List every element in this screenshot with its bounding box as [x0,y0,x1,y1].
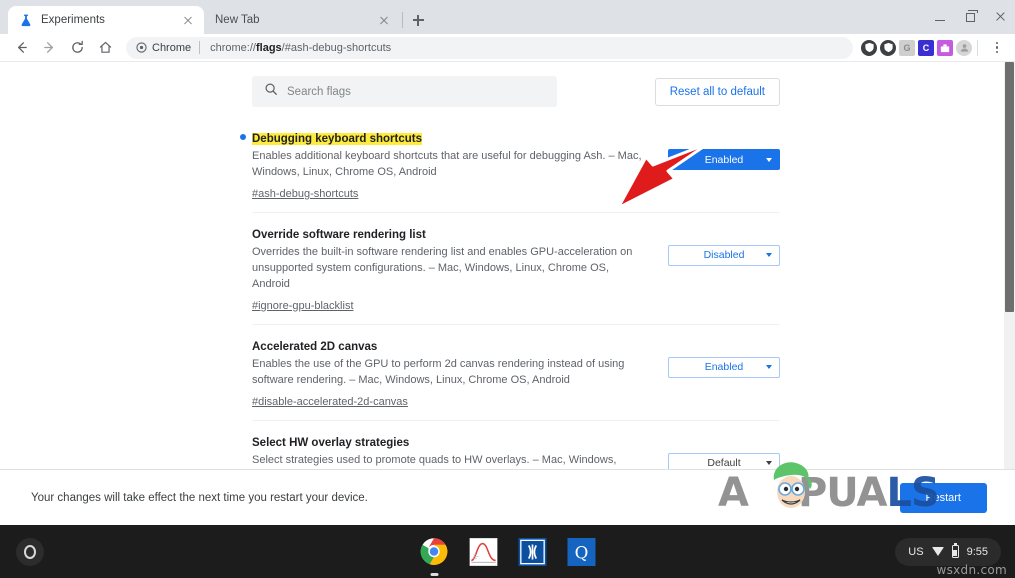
wave-app-icon[interactable] [517,537,547,567]
flag-row: Accelerated 2D canvas Enables the use of… [252,325,780,421]
minimize-button[interactable] [925,0,955,34]
clock-label: 9:55 [966,545,988,558]
extension-icons: G C [861,39,972,56]
page-scrollbar[interactable] [1004,62,1015,525]
new-tab-button[interactable] [405,7,431,33]
flag-id-link[interactable]: #disable-accelerated-2d-canvas [252,396,408,408]
forward-arrow-icon[interactable] [36,35,62,61]
flag-state-value: Enabled [704,361,744,374]
chevron-down-icon [766,157,772,162]
flag-state-dropdown[interactable]: Disabled [668,244,780,266]
flag-title: Override software rendering list [252,228,426,241]
url-bold-segment: flags [255,41,282,54]
omnibox-divider [199,41,201,54]
chevron-down-icon [766,253,772,258]
tab-title: Experiments [41,14,105,26]
browser-window: Experiments New Tab Chrome chrome://flag… [0,0,1015,525]
flag-description: Overrides the built-in software renderin… [252,245,633,290]
search-placeholder: Search flags [287,85,351,98]
address-bar[interactable]: Chrome chrome://flags/#ash-debug-shortcu… [126,36,853,59]
url-text: chrome://flags/#ash-debug-shortcuts [210,42,391,54]
flags-page: Search flags Reset all to default Debugg… [0,62,1015,525]
chrome-menu-icon[interactable] [987,37,1007,59]
chrome-app-icon[interactable] [419,537,449,576]
url-suffix: /#ash-debug-shortcuts [281,41,392,54]
back-arrow-icon[interactable] [8,35,34,61]
tab-strip: Experiments New Tab [0,0,1015,34]
wifi-icon [931,547,944,556]
launcher-icon[interactable] [16,537,44,566]
tab-title: New Tab [215,14,260,26]
flag-info: Debugging keyboard shortcuts Enables add… [240,129,648,202]
flag-state-value: Default [707,457,741,470]
flask-icon [19,13,33,27]
reload-icon[interactable] [64,35,90,61]
flags-list: Debugging keyboard shortcuts Enables add… [0,117,1015,525]
tab-separator [402,12,403,28]
flag-state-value: Disabled [703,249,745,262]
url-prefix: chrome:// [210,41,256,54]
status-tray[interactable]: US 9:55 [895,537,1001,566]
flag-title: Accelerated 2D canvas [252,340,378,353]
flag-state-value: Enabled [704,153,744,166]
close-window-button[interactable] [985,0,1015,34]
flag-row: Override software rendering list Overrid… [252,213,780,325]
flag-description: Enables additional keyboard shortcuts th… [252,150,642,178]
google-extension-icon[interactable]: G [899,39,915,56]
app-active-indicator [430,572,438,576]
scrollbar-thumb[interactable] [1005,62,1014,312]
flag-row: Debugging keyboard shortcuts Enables add… [240,117,780,213]
flag-description: Enables the use of the GPU to perform 2d… [252,357,625,386]
flag-title: Select HW overlay strategies [252,436,410,449]
tab-experiments[interactable]: Experiments [8,6,204,34]
window-controls [925,0,1015,34]
maximize-button[interactable] [955,0,985,34]
flag-info: Accelerated 2D canvas Enables the use of… [252,337,648,410]
site-info-chip[interactable]: Chrome [136,42,191,54]
toolbox-extension-icon[interactable] [937,39,953,56]
flag-title: Debugging keyboard shortcuts [252,133,422,145]
toolbar-separator [977,39,978,56]
search-input[interactable]: Search flags [252,76,557,107]
chrome-settings-icon [136,42,147,53]
site-watermark: wsxdn.com [936,563,1007,577]
chevron-down-icon [766,461,772,466]
shield-extension-icon[interactable] [861,39,877,56]
modified-indicator-dot [240,134,246,140]
reset-all-to-default-button[interactable]: Reset all to default [654,77,780,106]
flag-info: Override software rendering list Overrid… [252,225,648,314]
shield-extension-icon-2[interactable] [880,39,896,56]
c-extension-icon[interactable]: C [918,39,934,56]
flags-header: Search flags Reset all to default [0,62,1015,117]
restart-message: Your changes will take effect the next t… [31,491,368,504]
close-icon[interactable] [180,12,196,28]
tab-new-tab[interactable]: New Tab [204,6,400,34]
flag-id-link[interactable]: #ash-debug-shortcuts [252,188,358,200]
chromeos-shelf: Q US 9:55 wsxdn.com [0,525,1015,578]
shelf-app-list: Q [419,537,596,576]
profile-avatar-icon[interactable] [956,39,972,56]
flag-state-dropdown[interactable]: Enabled [668,149,780,170]
flag-id-link[interactable]: #ignore-gpu-blacklist [252,300,354,312]
restart-bar: Your changes will take effect the next t… [0,469,1015,525]
q-app-icon[interactable]: Q [566,537,596,567]
flag-state-dropdown[interactable]: Enabled [668,356,780,378]
close-icon[interactable] [376,12,392,28]
svg-text:Q: Q [574,542,588,562]
security-label: Chrome [152,41,192,54]
restart-button[interactable]: Restart [899,482,987,513]
browser-toolbar: Chrome chrome://flags/#ash-debug-shortcu… [0,34,1015,62]
chevron-down-icon [766,365,772,370]
search-icon [264,82,278,101]
screen: Experiments New Tab Chrome chrome://flag… [0,0,1015,578]
launcher-ring [24,544,36,559]
locale-label: US [908,545,924,558]
home-icon[interactable] [92,35,118,61]
battery-icon [951,543,959,558]
graph-app-icon[interactable] [468,537,498,567]
